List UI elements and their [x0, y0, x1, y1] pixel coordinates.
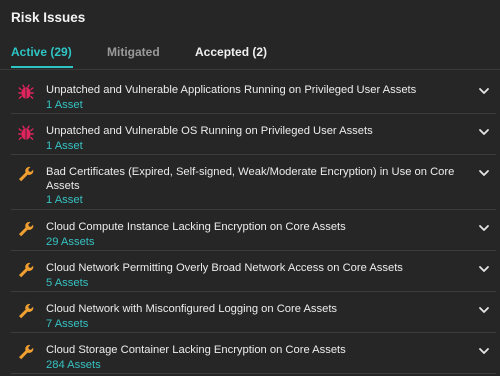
- tab-accepted[interactable]: Accepted (2): [195, 45, 267, 59]
- asset-count-link[interactable]: 1 Asset: [46, 140, 83, 152]
- chevron-down-icon[interactable]: [478, 222, 490, 234]
- bug-icon: [18, 84, 34, 99]
- asset-count-link[interactable]: 284 Assets: [46, 359, 101, 371]
- issue-row[interactable]: Cloud Network with Misconfigured Logging…: [11, 292, 496, 333]
- chevron-down-icon[interactable]: [478, 126, 490, 138]
- issue-row[interactable]: Unpatched and Vulnerable OS Running on P…: [11, 114, 496, 155]
- risk-issues-panel: Risk Issues Active (29) Mitigated Accept…: [0, 0, 500, 376]
- wrench-icon: [19, 221, 34, 237]
- wrench-icon: [19, 262, 34, 278]
- active-tab-indicator: [11, 66, 73, 68]
- tab-bar: Active (29) Mitigated Accepted (2): [0, 40, 500, 70]
- tab-mitigated[interactable]: Mitigated: [107, 45, 160, 59]
- chevron-down-icon[interactable]: [478, 85, 490, 97]
- issue-title: Cloud Network Permitting Overly Broad Ne…: [46, 262, 403, 274]
- issue-list: Unpatched and Vulnerable Applications Ru…: [11, 73, 496, 374]
- tabs-divider: [0, 69, 500, 70]
- wrench-icon: [19, 303, 34, 319]
- asset-count-link[interactable]: 5 Assets: [46, 277, 88, 289]
- wrench-icon: [19, 166, 34, 182]
- issue-title: Cloud Storage Container Lacking Encrypti…: [46, 344, 346, 356]
- issue-title: Cloud Compute Instance Lacking Encryptio…: [46, 221, 346, 233]
- issue-row[interactable]: Cloud Network Permitting Overly Broad Ne…: [11, 251, 496, 292]
- tab-active[interactable]: Active (29): [11, 45, 72, 59]
- panel-title: Risk Issues: [11, 10, 86, 25]
- chevron-down-icon[interactable]: [478, 263, 490, 275]
- chevron-down-icon[interactable]: [478, 304, 490, 316]
- issue-row[interactable]: Unpatched and Vulnerable Applications Ru…: [11, 73, 496, 114]
- asset-count-link[interactable]: 1 Asset: [46, 99, 83, 111]
- asset-count-link[interactable]: 29 Assets: [46, 236, 95, 248]
- issue-title: Unpatched and Vulnerable Applications Ru…: [46, 84, 417, 96]
- issue-row[interactable]: Bad Certificates (Expired, Self-signed, …: [11, 155, 496, 210]
- issue-row[interactable]: Cloud Storage Container Lacking Encrypti…: [11, 333, 496, 374]
- bug-icon: [18, 125, 34, 140]
- issue-title: Cloud Network with Misconfigured Logging…: [46, 303, 338, 315]
- chevron-down-icon[interactable]: [478, 345, 490, 357]
- asset-count-link[interactable]: 7 Assets: [46, 318, 88, 330]
- chevron-down-icon[interactable]: [478, 167, 490, 179]
- issue-title: Bad Certificates (Expired, Self-signed, …: [46, 166, 455, 192]
- issue-title: Unpatched and Vulnerable OS Running on P…: [46, 125, 373, 137]
- issue-row[interactable]: Cloud Compute Instance Lacking Encryptio…: [11, 210, 496, 251]
- wrench-icon: [19, 344, 34, 360]
- asset-count-link[interactable]: 1 Asset: [46, 194, 83, 206]
